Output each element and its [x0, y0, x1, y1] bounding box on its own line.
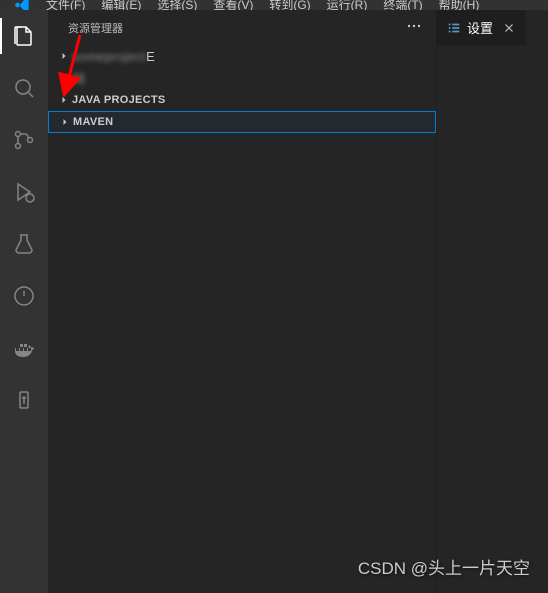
run-debug-icon[interactable] [0, 174, 48, 210]
tree-item-java-projects[interactable]: JAVA PROJECTS [48, 89, 436, 111]
more-icon[interactable] [404, 16, 424, 39]
power-icon[interactable] [0, 278, 48, 314]
tab-settings[interactable]: 设置 [437, 10, 527, 45]
menu-goto[interactable]: 转到(G) [263, 0, 316, 10]
tree-item-folder-2[interactable]: 网 [48, 67, 436, 89]
menu-terminal[interactable]: 终端(T) [377, 0, 428, 10]
menu-view[interactable]: 查看(V) [207, 0, 259, 10]
menu-run[interactable]: 运行(R) [321, 0, 374, 10]
chevron-right-icon [56, 92, 72, 108]
tab-bar: 设置 [437, 10, 548, 45]
close-icon[interactable] [502, 21, 516, 35]
testing-icon[interactable] [0, 226, 48, 262]
tab-label: 设置 [467, 18, 493, 37]
chevron-right-icon [56, 70, 72, 86]
menu-edit[interactable]: 编辑(E) [95, 0, 147, 10]
menu-file[interactable]: 文件(F) [40, 0, 91, 10]
source-control-icon[interactable] [0, 122, 48, 158]
explorer-icon[interactable] [0, 18, 48, 54]
activity-bar [0, 10, 48, 593]
vscode-logo-icon [12, 0, 32, 10]
tree-item-folder-1[interactable]: someprojectE [48, 45, 436, 67]
sidebar-title: 资源管理器 [68, 20, 123, 36]
tree-item-label: MAVEN [73, 116, 113, 128]
tree-item-label: someprojectE [72, 49, 155, 64]
tree-item-label: 网 [72, 69, 85, 88]
menu-help[interactable]: 帮助(H) [433, 0, 486, 10]
docker-icon[interactable] [0, 330, 48, 366]
sidebar-actions [404, 16, 424, 39]
main-container: 资源管理器 someprojectE 网 JAVA PROJECTS [0, 10, 548, 593]
menu-selection[interactable]: 选择(S) [151, 0, 203, 10]
menubar: 文件(F) 编辑(E) 选择(S) 查看(V) 转到(G) 运行(R) 终端(T… [0, 0, 548, 10]
tree-item-maven[interactable]: MAVEN [48, 111, 436, 133]
sidebar: 资源管理器 someprojectE 网 JAVA PROJECTS [48, 10, 437, 593]
tree-item-label: JAVA PROJECTS [72, 94, 166, 106]
sidebar-header: 资源管理器 [48, 10, 436, 45]
chevron-right-icon [57, 114, 73, 130]
settings-list-icon [447, 21, 461, 35]
database-icon[interactable] [0, 382, 48, 418]
editor-content [437, 45, 548, 593]
editor-area: 设置 [437, 10, 548, 593]
chevron-right-icon [56, 48, 72, 64]
search-icon[interactable] [0, 70, 48, 106]
